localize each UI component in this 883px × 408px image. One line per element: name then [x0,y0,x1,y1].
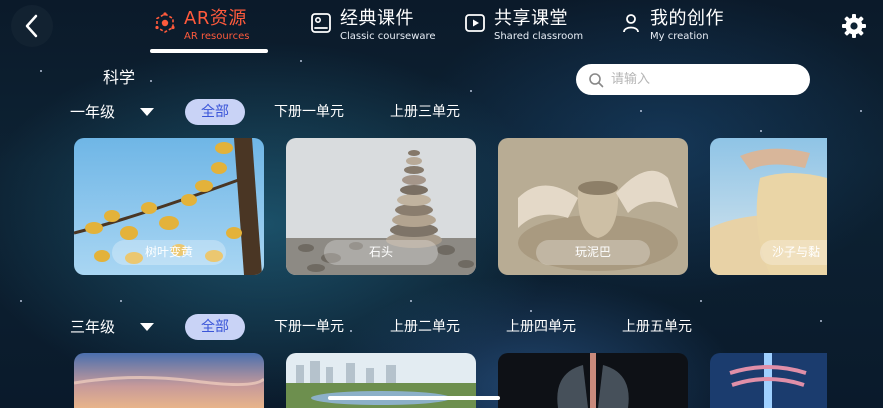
card-title: 树叶变黄 [112,240,226,265]
tab-classic-courseware[interactable]: 经典课件 Classic courseware [308,8,436,48]
person-icon [618,10,644,36]
tab-sublabel: Classic courseware [340,31,436,42]
gear-icon [842,14,866,38]
cube-network-icon [152,10,178,36]
tab-sublabel: AR resources [184,31,250,42]
filter-chip-all[interactable]: 全部 [185,314,245,340]
grade-dropdown[interactable]: 一年级 [70,101,155,122]
grade-filter-row: 一年级 全部 下册一单元 上册三单元 [0,95,883,127]
resource-card[interactable]: 石头 [286,138,476,275]
settings-button[interactable] [840,12,868,40]
search-input[interactable] [611,72,791,87]
tab-sublabel: Shared classroom [494,31,584,42]
resource-card[interactable]: 沙子与黏 [710,138,827,275]
filter-chip[interactable]: 上册二单元 [390,314,460,340]
tab-label: AR资源 [184,8,247,29]
resource-card[interactable] [74,353,264,408]
card-title: 石头 [324,240,438,265]
subject-title: 科学 [103,68,136,87]
resource-card[interactable]: 树叶变黄 [74,138,264,275]
card-thumbnail-sunset-sky [74,353,264,408]
grade-filter-row: 三年级 全部 下册一单元 上册二单元 上册四单元 上册五单元 [0,310,883,342]
card-thumbnail-skeleton [710,353,827,408]
search-icon [589,72,604,87]
tab-label: 经典课件 [340,8,414,29]
filter-chip[interactable]: 上册五单元 [622,314,692,340]
grade-label: 三年级 [70,318,116,336]
tab-label: 我的创作 [650,8,724,29]
courseware-icon [308,10,334,36]
tab-label: 共享课堂 [494,8,568,29]
home-indicator [328,396,500,400]
card-title: 玩泥巴 [536,240,650,265]
filter-chip[interactable]: 上册三单元 [390,99,460,125]
caret-down-icon [140,322,155,331]
filter-chip[interactable]: 下册一单元 [274,99,344,125]
chevron-left-icon [25,14,38,38]
grade-label: 一年级 [70,103,116,121]
tab-ar-resources[interactable]: AR资源 AR resources [152,8,249,48]
play-box-icon [462,10,488,36]
filter-chip[interactable]: 上册四单元 [506,314,576,340]
back-button[interactable] [11,5,53,47]
tab-shared-classroom[interactable]: 共享课堂 Shared classroom [462,8,583,48]
top-navigation-bar: AR资源 AR resources 经典课件 Classic coursewar… [0,0,883,53]
resource-card[interactable]: 玩泥巴 [498,138,688,275]
active-tab-indicator [150,49,268,53]
resource-card[interactable] [710,353,827,408]
card-title: 沙子与黏 [760,240,827,265]
grade-dropdown[interactable]: 三年级 [70,316,155,337]
filter-chip-all[interactable]: 全部 [185,99,245,125]
tab-my-creation[interactable]: 我的创作 My creation [618,8,724,48]
filter-chip[interactable]: 下册一单元 [274,314,344,340]
card-thumbnail-lungs [498,353,688,408]
search-bar[interactable] [576,64,810,95]
tab-sublabel: My creation [650,31,709,42]
caret-down-icon [140,107,155,116]
resource-card[interactable] [498,353,688,408]
